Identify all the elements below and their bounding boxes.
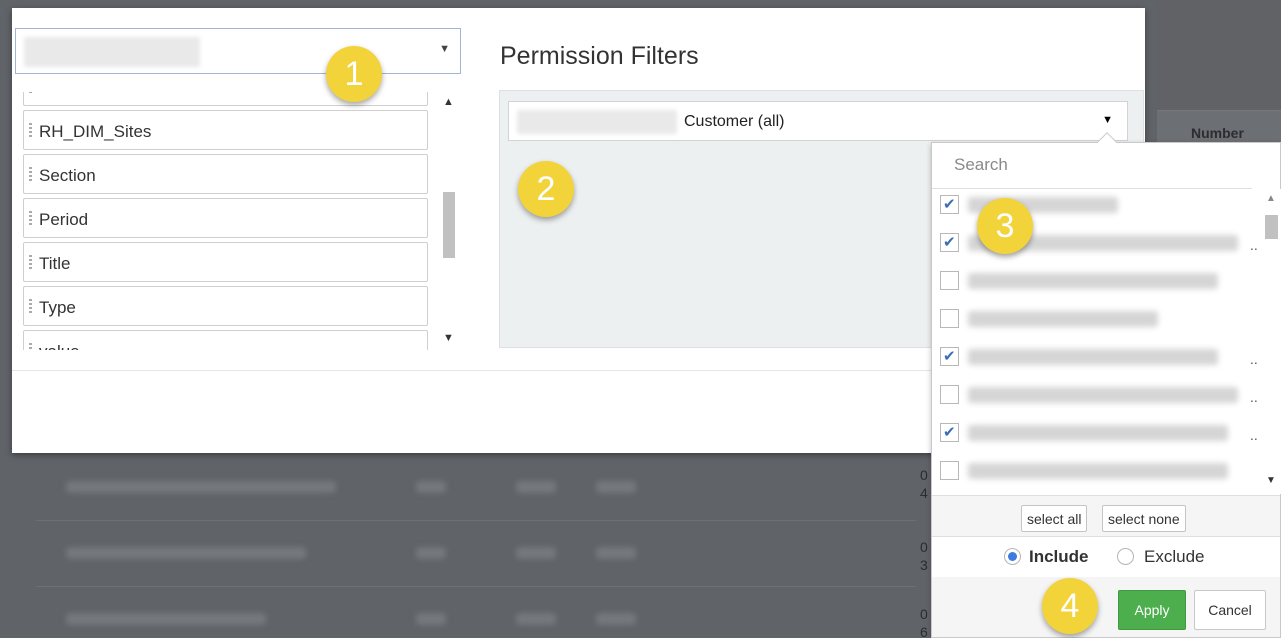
redacted-item-label	[968, 387, 1238, 403]
list-item[interactable]: ..	[940, 381, 1258, 418]
list-item-label: Section	[39, 166, 96, 185]
overflow-ellipsis: ..	[1250, 427, 1258, 443]
drag-handle-icon[interactable]	[29, 343, 32, 350]
list-item-label: RH_DIM_Sites	[39, 122, 152, 141]
drag-handle-icon[interactable]	[29, 255, 32, 269]
list-item[interactable]: Section	[23, 154, 428, 194]
field-source-select[interactable]: ▼	[15, 28, 461, 74]
drag-handle-icon[interactable]	[29, 299, 32, 313]
column-header-number: Number	[1191, 125, 1244, 141]
table-row	[36, 455, 916, 521]
filter-list-scrollbar[interactable]: ▲ ▼	[1262, 189, 1281, 494]
list-item[interactable]: ..	[940, 419, 1258, 456]
list-item[interactable]: value	[23, 330, 428, 350]
scroll-down-icon[interactable]: ▼	[1266, 475, 1276, 486]
row-number: 0 3	[920, 539, 928, 573]
redacted-item-label	[968, 311, 1158, 327]
drag-handle-icon[interactable]	[29, 123, 32, 137]
table-row	[36, 587, 916, 638]
callout-1: 1	[326, 46, 382, 102]
item-checkbox[interactable]	[940, 423, 959, 442]
list-item-label: Type	[39, 298, 76, 317]
scrollbar-thumb[interactable]	[443, 192, 455, 258]
item-checkbox[interactable]	[940, 233, 959, 252]
scrollbar-thumb[interactable]	[1265, 215, 1278, 239]
exclude-radio[interactable]	[1117, 548, 1134, 565]
drag-handle-icon[interactable]	[29, 211, 32, 225]
scroll-down-icon[interactable]: ▼	[443, 332, 454, 344]
overflow-ellipsis: ..	[1250, 351, 1258, 367]
list-item[interactable]: Title	[23, 242, 428, 282]
list-item[interactable]: Period	[23, 198, 428, 238]
callout-3: 3	[977, 198, 1033, 254]
background-panel	[1157, 0, 1281, 110]
overflow-ellipsis: ..	[1250, 237, 1258, 253]
list-item[interactable]: Type	[23, 286, 428, 326]
redacted-item-label	[968, 425, 1228, 441]
search-input[interactable]	[932, 143, 1250, 187]
item-checkbox[interactable]	[940, 385, 959, 404]
include-exclude-toggle: Include Exclude	[932, 537, 1280, 577]
scroll-up-icon[interactable]: ▲	[1266, 193, 1276, 204]
dropdown-actions: Apply Cancel	[932, 577, 1280, 637]
redacted-item-label	[968, 349, 1218, 365]
apply-button[interactable]: Apply	[1118, 590, 1186, 630]
select-all-button[interactable]: select all	[1021, 505, 1088, 532]
include-label[interactable]: Include	[1029, 547, 1089, 567]
page-title: Permission Filters	[500, 42, 699, 70]
row-number: 0 6	[920, 606, 928, 638]
filter-value: Customer (all)	[684, 113, 785, 130]
list-item[interactable]	[940, 457, 1240, 489]
table-row	[36, 521, 916, 587]
scroll-up-icon[interactable]: ▲	[443, 96, 454, 108]
item-checkbox[interactable]	[940, 195, 959, 214]
cancel-button[interactable]: Cancel	[1194, 590, 1266, 630]
list-item[interactable]	[940, 305, 1240, 342]
drag-handle-icon[interactable]	[29, 167, 32, 181]
customer-filter-select[interactable]: Customer (all) ▼	[508, 101, 1128, 141]
redacted-item-label	[968, 273, 1218, 289]
chevron-down-icon: ▼	[439, 43, 450, 55]
row-number: 0 4	[920, 467, 928, 501]
select-none-button[interactable]: select none	[1102, 505, 1186, 532]
list-item[interactable]: RH_DIM_Sites	[23, 110, 428, 150]
callout-4: 4	[1042, 578, 1098, 634]
item-checkbox[interactable]	[940, 347, 959, 366]
field-list-scrollbar[interactable]: ▲ ▼	[439, 92, 459, 350]
exclude-label[interactable]: Exclude	[1144, 547, 1204, 567]
callout-2: 2	[518, 161, 574, 217]
item-checkbox[interactable]	[940, 271, 959, 290]
list-item[interactable]	[940, 267, 1240, 304]
list-item-label: value	[39, 342, 80, 350]
chevron-down-icon: ▼	[1102, 114, 1113, 126]
list-item-label: Title	[39, 254, 71, 273]
item-checkbox[interactable]	[940, 309, 959, 328]
selection-bar: select all select none	[932, 495, 1280, 537]
redacted-value	[24, 37, 200, 67]
include-radio[interactable]	[1004, 548, 1021, 565]
redacted-label	[517, 110, 677, 134]
list-item[interactable]: ..	[940, 343, 1258, 380]
search-box	[932, 143, 1252, 189]
redacted-item-label	[968, 463, 1228, 479]
drag-handle-icon[interactable]	[29, 92, 32, 93]
item-checkbox[interactable]	[940, 461, 959, 480]
overflow-ellipsis: ..	[1250, 389, 1258, 405]
list-item-label: Period	[39, 210, 89, 229]
field-list: RH_DIM_Sites Section Period Title Type v…	[12, 92, 460, 350]
